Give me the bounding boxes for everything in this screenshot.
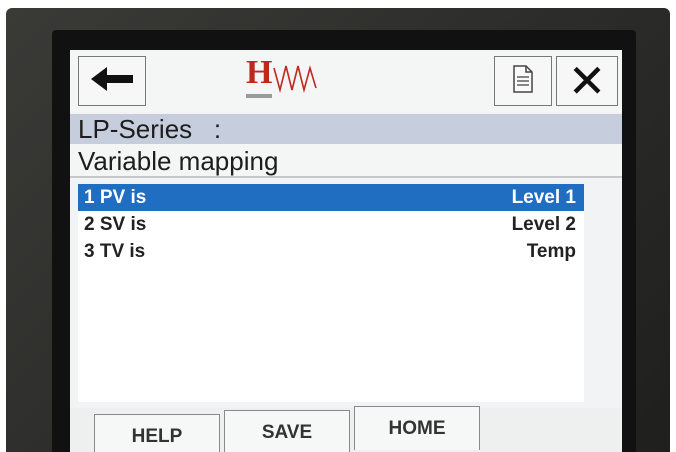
list-item-value: Level 2 [511,214,576,235]
list-item-label: 3 TV is [84,241,146,262]
logo-underline [246,94,272,98]
top-toolbar: H ✕ [70,50,622,112]
arrow-left-icon [89,64,135,99]
document-button[interactable] [494,56,552,106]
softkey-bar: HELP SAVE HOME [70,406,622,452]
list-item-label: 2 SV is [84,214,147,235]
list-item-pv[interactable]: 1 PV is Level 1 [78,184,584,211]
list-item-label: 1 PV is [84,187,147,208]
list-item-tv[interactable]: 3 TV is Temp [78,238,584,265]
back-button[interactable] [78,56,146,106]
logo-wave-icon [273,65,317,94]
lcd-screen: H ✕ LP-Series : Variable mapping 1 PV is… [70,50,622,452]
help-button[interactable]: HELP [94,414,220,452]
document-icon [512,64,534,98]
series-header: LP-Series : [70,114,622,144]
list-item-sv[interactable]: 2 SV is Level 2 [78,211,584,238]
home-button[interactable]: HOME [354,406,480,450]
list-item-value: Temp [526,241,576,262]
hw-logo: H [238,56,318,102]
save-button[interactable]: SAVE [224,410,350,452]
close-button[interactable]: ✕ [556,56,618,106]
variable-list: 1 PV is Level 1 2 SV is Level 2 3 TV is … [78,184,584,402]
logo-letter: H [246,54,273,91]
page-title: Variable mapping [70,144,622,178]
list-item-value: Level 1 [511,187,576,208]
close-icon: ✕ [567,55,607,107]
